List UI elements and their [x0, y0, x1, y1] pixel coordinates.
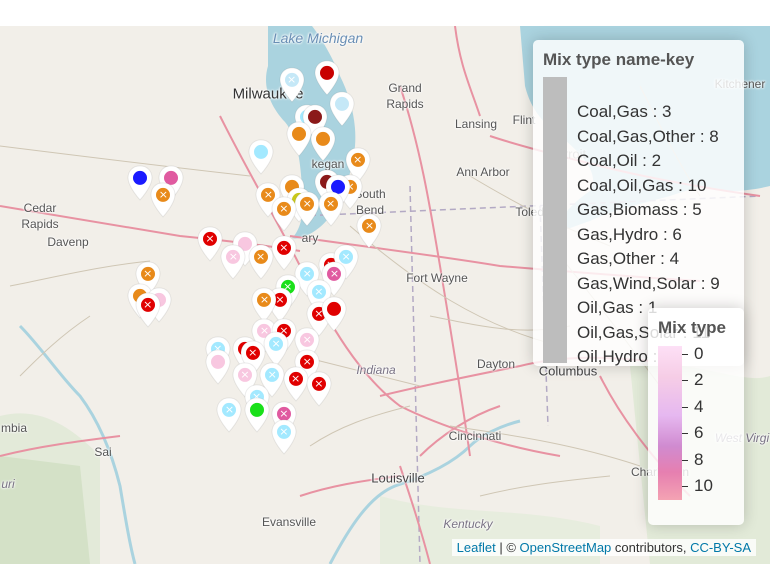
legend-item: Gas,Biomass : 5 — [577, 200, 702, 219]
legend-item: Gas,Wind,Solar : 9 — [577, 273, 720, 293]
color-ramp-tick-label: 0 — [694, 344, 704, 363]
marker-dot-icon: × — [203, 232, 217, 247]
map-attribution: Leaflet | © OpenStreetMap contributors, … — [451, 539, 756, 556]
marker-dot-icon: × — [140, 297, 155, 312]
legend-item: Gas,Other : 4 — [577, 249, 680, 268]
color-ramp-tick: 2 — [682, 370, 703, 390]
legend-item: Coal,Oil : 2 — [577, 151, 662, 170]
marker-dot-icon — [315, 131, 330, 146]
name-key-legend-swatch — [543, 77, 567, 363]
marker-dot-icon — [210, 354, 225, 369]
color-ramp-tick: 6 — [682, 423, 703, 443]
marker-dot-icon: × — [323, 197, 338, 212]
marker-dot-icon: × — [276, 424, 291, 439]
marker-dot-icon — [133, 170, 147, 185]
marker-dot-icon: × — [222, 402, 237, 417]
map-widget: Lake Michigan Milwaukee Grand Rapids Lansing… — [0, 0, 770, 570]
color-ramp-tick: 8 — [682, 450, 703, 470]
marker-dot-icon: × — [300, 332, 315, 347]
plant-marker[interactable]: × — [216, 244, 250, 288]
marker-dot-icon — [253, 144, 268, 159]
osm-link[interactable]: OpenStreetMap — [520, 540, 612, 555]
marker-dot-icon: × — [253, 249, 268, 264]
legend-item: Coal,Gas,Other : 8 — [577, 126, 719, 146]
plant-marker[interactable]: × — [267, 195, 301, 239]
marker-dot-icon: × — [238, 367, 252, 382]
legend-item: Coal,Gas : 3 — [577, 102, 672, 121]
marker-dot-icon — [292, 127, 307, 142]
color-ramp-ticks: 0 2 4 6 8 10 — [682, 344, 742, 506]
color-ramp-tick: 0 — [682, 344, 703, 364]
marker-dot-icon: × — [311, 376, 326, 391]
marker-dot-icon: × — [140, 267, 155, 282]
marker-dot-icon: × — [156, 188, 171, 203]
marker-dot-icon: × — [257, 293, 272, 308]
leaflet-link[interactable]: Leaflet — [457, 540, 496, 555]
plant-marker[interactable]: × — [267, 419, 301, 463]
marker-dot-icon: × — [276, 240, 291, 255]
marker-dot-icon — [249, 402, 264, 417]
marker-dot-icon: × — [284, 72, 299, 87]
attribution-sep: | © — [495, 540, 520, 555]
marker-dot-icon: × — [300, 197, 315, 212]
plant-marker[interactable]: × — [146, 182, 180, 226]
marker-dot-icon: × — [269, 337, 284, 352]
plant-marker[interactable] — [244, 139, 278, 183]
marker-dot-icon: × — [265, 367, 280, 382]
plant-marker[interactable] — [306, 125, 340, 169]
plant-marker[interactable]: × — [131, 292, 165, 336]
color-ramp-tick-label: 2 — [694, 370, 704, 390]
mix-type-legend-title: Mix type — [658, 318, 727, 337]
marker-dot-icon: × — [350, 153, 365, 168]
plant-marker[interactable]: × — [314, 191, 348, 235]
plant-marker[interactable]: × — [212, 397, 246, 441]
license-link[interactable]: CC-BY-SA — [690, 540, 751, 555]
color-ramp-tick: 10 — [682, 476, 713, 496]
color-ramp — [658, 346, 682, 500]
color-ramp-tick-label: 8 — [694, 449, 704, 469]
color-ramp-tick-label: 10 — [694, 476, 713, 495]
marker-dot-icon — [327, 302, 342, 317]
legend-item: Gas,Hydro : 6 — [577, 224, 682, 244]
marker-dot-icon: × — [288, 372, 303, 387]
color-ramp-tick-label: 6 — [694, 423, 704, 443]
attribution-contributors: contributors, — [611, 540, 691, 555]
color-ramp-tick: 4 — [682, 397, 703, 417]
marker-dot-icon: × — [245, 345, 260, 360]
plant-marker[interactable]: × — [302, 370, 336, 414]
marker-dot-icon — [319, 65, 334, 80]
marker-dot-icon: × — [362, 218, 377, 233]
marker-dot-icon: × — [226, 249, 241, 264]
marker-dot-icon — [335, 96, 350, 111]
marker-dot-icon: × — [276, 201, 291, 216]
legend-item: Coal,Oil,Gas : 10 — [577, 175, 707, 195]
mix-type-legend: Mix type 0 2 4 6 8 10 — [648, 308, 744, 525]
color-ramp-tick-label: 4 — [694, 396, 704, 416]
name-key-legend-title: Mix type name-key — [543, 50, 695, 69]
